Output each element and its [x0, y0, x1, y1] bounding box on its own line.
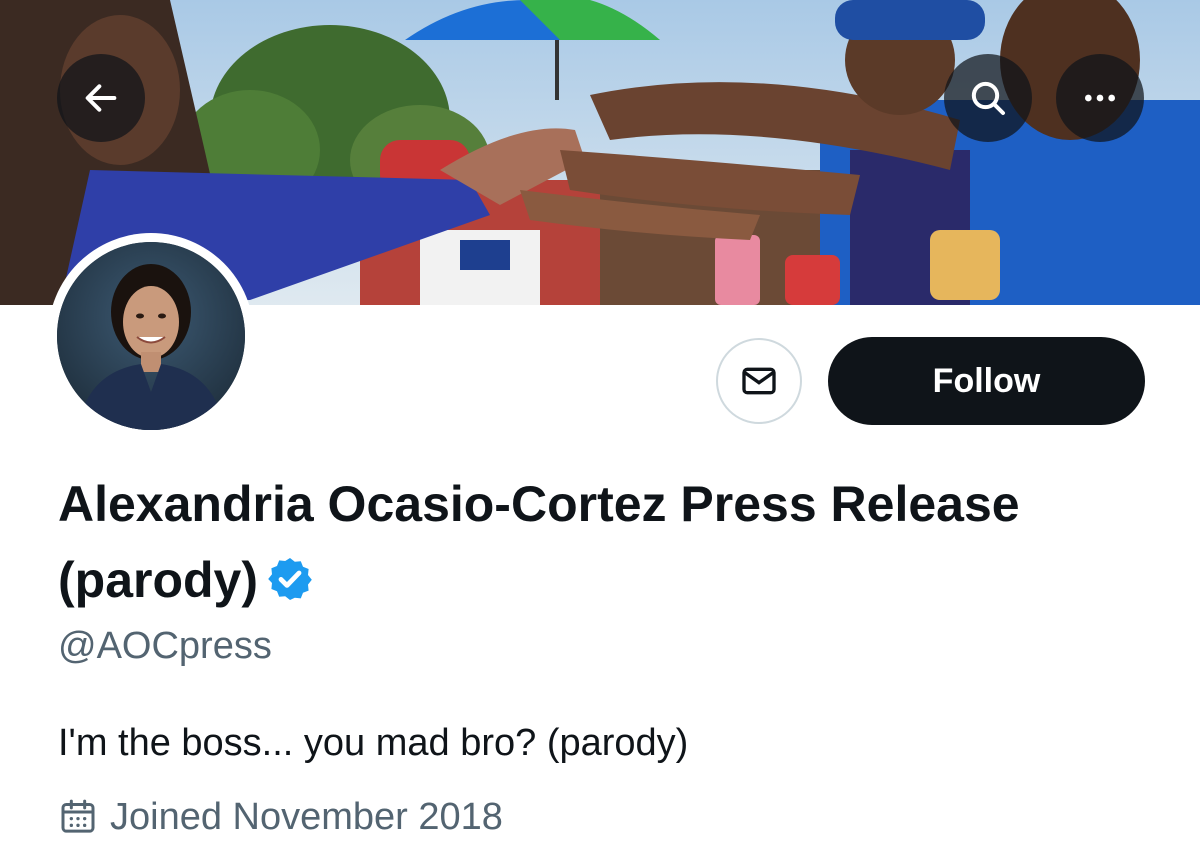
more-horizontal-icon — [1085, 94, 1115, 102]
joined-text: Joined November 2018 — [110, 796, 503, 838]
profile-joined-date: Joined November 2018 — [58, 793, 503, 841]
more-button[interactable] — [1056, 54, 1144, 142]
avatar-ring — [48, 233, 254, 439]
display-name-text: Alexandria Ocasio-Cortez Press Release (… — [58, 476, 1020, 608]
verified-badge-icon[interactable] — [266, 555, 314, 603]
search-button[interactable] — [944, 54, 1032, 142]
message-button[interactable] — [716, 338, 802, 424]
avatar-image — [57, 242, 245, 430]
calendar-icon — [61, 799, 95, 833]
profile-display-name: Alexandria Ocasio-Cortez Press Release (… — [58, 466, 1118, 618]
profile-bio: I'm the boss... you mad bro? (parody) — [58, 722, 689, 764]
avatar[interactable] — [57, 242, 245, 430]
search-icon — [971, 81, 1005, 115]
back-button[interactable] — [57, 54, 145, 142]
profile-page: Follow Alexandria Ocasio-Cortez Press Re… — [0, 0, 1200, 866]
envelope-icon — [742, 367, 776, 395]
follow-button[interactable]: Follow — [828, 337, 1145, 425]
arrow-left-icon — [85, 84, 117, 112]
profile-handle: @AOCpress — [58, 625, 272, 667]
